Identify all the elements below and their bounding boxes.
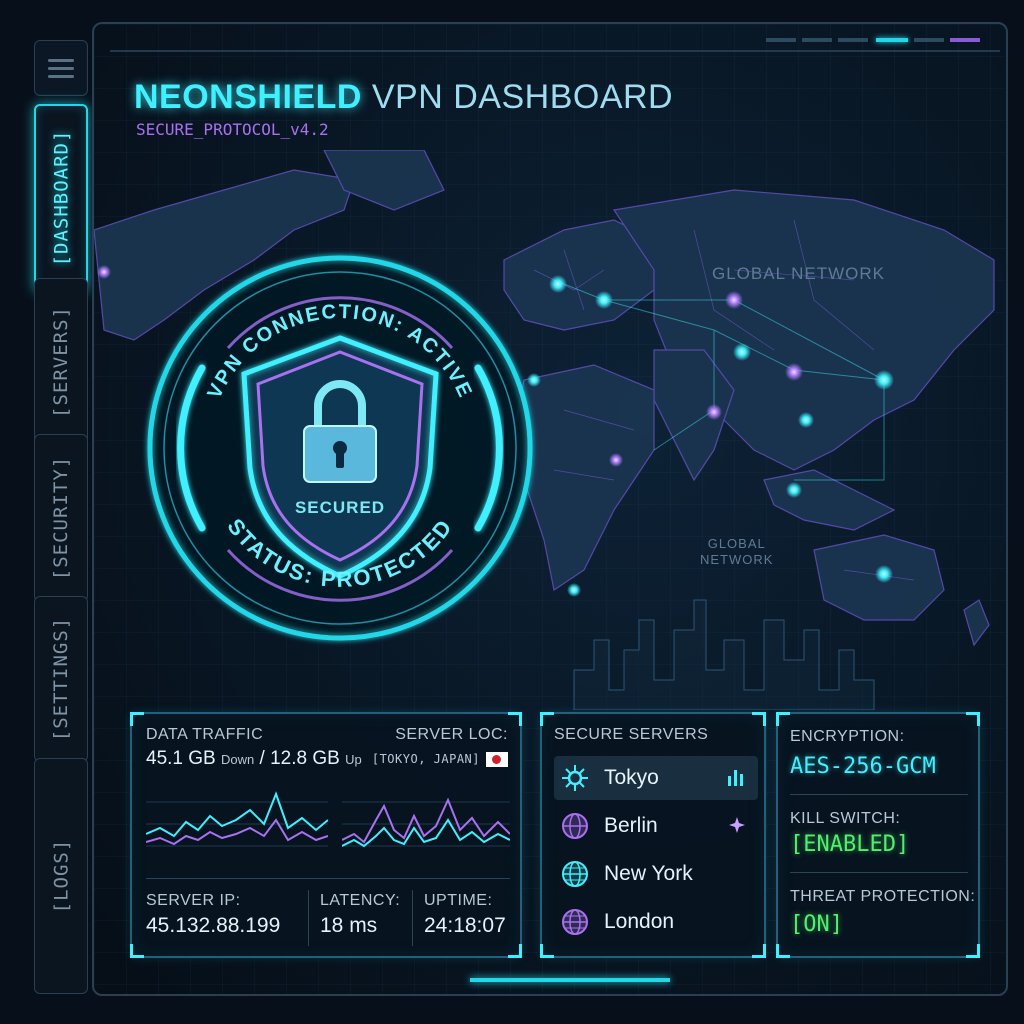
shield-secured-label: SECURED [294, 498, 386, 517]
sidebar-item-label: [SERVERS] [50, 306, 73, 418]
data-traffic-label: DATA TRAFFIC [146, 726, 264, 743]
globe-icon [562, 813, 588, 839]
server-item-london[interactable]: London [554, 900, 758, 944]
sidebar-item-label: [SECURITY] [50, 455, 73, 581]
kill-switch-label: KILL SWITCH: [790, 810, 901, 827]
server-item-new-york[interactable]: New York [554, 852, 758, 896]
latency-value: 18 ms [320, 914, 378, 937]
map-label-global-network-secondary: GLOBAL NETWORK [700, 536, 774, 567]
top-status-bar [110, 28, 1000, 52]
sidebar-item-settings[interactable]: [SETTINGS] [34, 596, 88, 762]
kill-switch-status[interactable]: [ENABLED] [790, 832, 909, 857]
server-loc-label: SERVER LOC: [395, 726, 508, 743]
sidebar-item-logs[interactable]: [LOGS] [34, 758, 88, 994]
sidebar-item-label: [DASHBOARD] [50, 129, 72, 267]
encryption-label: ENCRYPTION: [790, 728, 905, 745]
server-ip-label: SERVER IP: [146, 892, 241, 909]
sidebar-item-label: [LOGS] [50, 838, 73, 914]
map-label-global-network: GLOBAL NETWORK [712, 264, 886, 283]
globe-icon [562, 909, 588, 935]
traffic-chart-right [342, 797, 510, 848]
uptime-label: UPTIME: [424, 892, 493, 909]
threat-protection-status[interactable]: [ON] [790, 912, 843, 937]
traffic-panel: DATA TRAFFIC 45.1 GB Down / 12.8 GB Up S… [130, 712, 522, 958]
sidebar-item-label: [SETTINGS] [50, 616, 73, 742]
data-traffic-value: 45.1 GB Down / 12.8 GB Up [146, 748, 362, 769]
sidebar-item-security[interactable]: [SECURITY] [34, 434, 88, 602]
globe-icon [562, 861, 588, 887]
latency-label: LATENCY: [320, 892, 401, 909]
server-item-berlin[interactable]: Berlin [554, 804, 758, 848]
server-ip-value: 45.132.88.199 [146, 914, 281, 937]
menu-icon[interactable] [34, 40, 88, 96]
servers-panel-title: SECURE SERVERS [554, 726, 709, 743]
server-item-tokyo[interactable]: Tokyo [554, 756, 758, 800]
signal-bars-icon [728, 770, 743, 786]
servers-panel: SECURE SERVERS Tokyo Berlin New York Lon… [540, 712, 766, 958]
japan-flag-icon [486, 752, 508, 767]
network-node-icon [562, 765, 588, 791]
sidebar-item-servers[interactable]: [SERVERS] [34, 278, 88, 446]
brand-name: NEONSHIELD [134, 78, 362, 116]
server-loc-value: [TOKYO, JAPAN] [371, 752, 480, 766]
title-text: VPN DASHBOARD [371, 78, 674, 116]
traffic-chart-left [146, 791, 328, 847]
threat-protection-label: THREAT PROTECTION: [790, 888, 976, 905]
sidebar-item-dashboard[interactable]: [DASHBOARD] [34, 104, 88, 292]
security-panel: ENCRYPTION: AES-256-GCM KILL SWITCH: [EN… [776, 712, 980, 958]
uptime-value: 24:18:07 [424, 914, 506, 937]
sidebar: [DASHBOARD] [SERVERS] [SECURITY] [SETTIN… [30, 22, 92, 996]
bottom-accent-bar [470, 978, 670, 982]
connection-status-ring: VPN CONNECTION: ACTIVE STATUS: PROTECTED [140, 238, 540, 658]
page-title: NEONSHIELD VPN DASHBOARD [134, 78, 673, 117]
encryption-value: AES-256-GCM [790, 754, 936, 779]
sparkle-icon [729, 817, 745, 833]
protocol-subtitle: SECURE_PROTOCOL_v4.2 [136, 120, 329, 139]
